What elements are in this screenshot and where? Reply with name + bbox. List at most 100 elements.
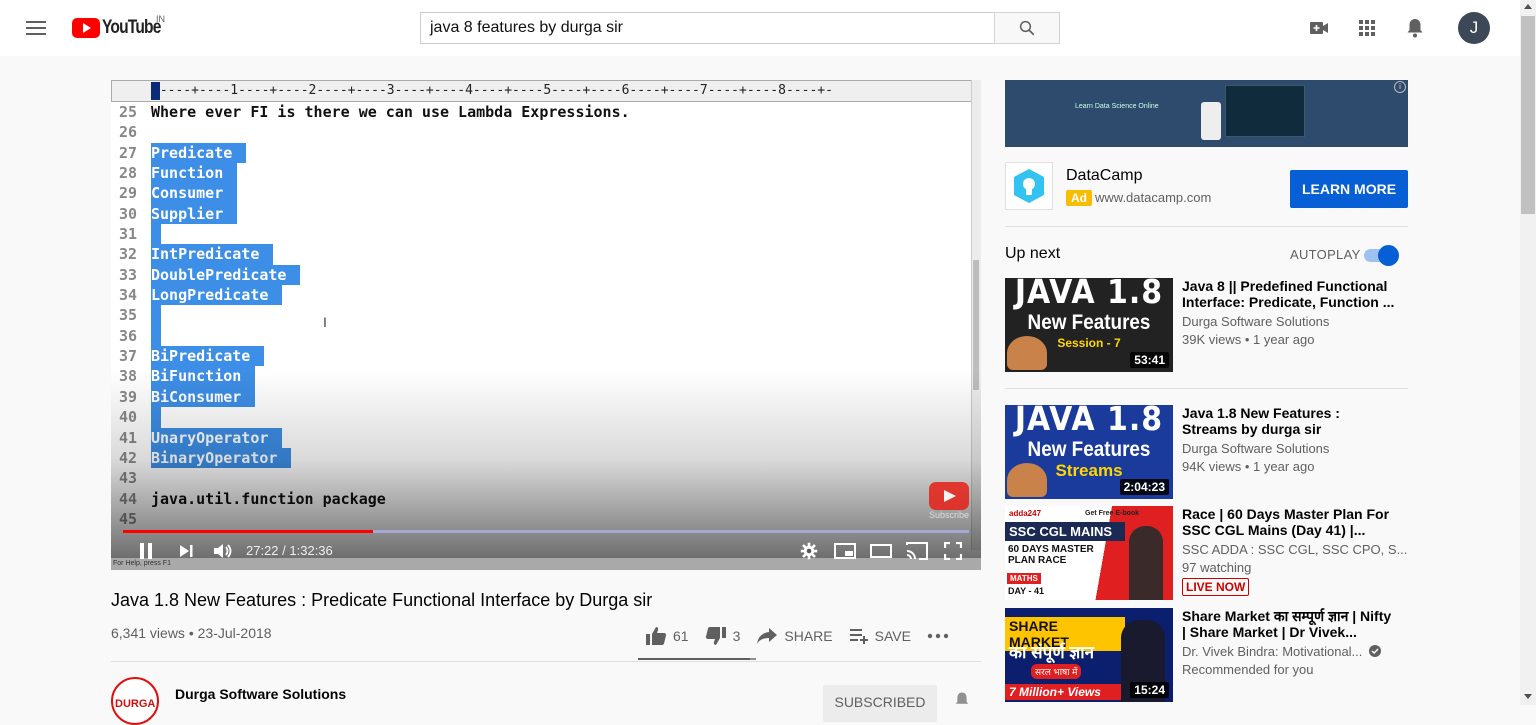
bell-icon[interactable] [952, 690, 972, 715]
info-icon[interactable]: i [1394, 81, 1406, 93]
scroll-down-arrow-icon[interactable] [1524, 694, 1532, 699]
code-line: 36 [111, 325, 971, 347]
code-line: 30 Supplier [111, 203, 971, 225]
line-number: 41 [119, 428, 138, 447]
thumb-subtitle: 60 DAYS MASTER PLAN RACE [1008, 544, 1094, 566]
verified-icon [1369, 645, 1382, 657]
line-number: 32 [119, 245, 138, 264]
volume-icon [214, 544, 232, 558]
video-meta: 6,341 views • 23-Jul-2018 [111, 625, 272, 641]
recommendation-channel[interactable]: Durga Software Solutions [1182, 441, 1329, 456]
menu-icon[interactable] [24, 18, 48, 38]
code-text: LongPredicate [151, 285, 283, 306]
recommendation-item[interactable]: SHARE MARKET का संपूर्ण ज्ञान सरल भाषा म… [1005, 608, 1408, 702]
like-button[interactable]: 61 [645, 626, 689, 646]
code-line: 29 Consumer [111, 183, 971, 204]
code-text: BiPredicate [151, 346, 265, 367]
thumbs-up-icon [646, 627, 667, 645]
line-number: 40 [119, 408, 138, 427]
avatar[interactable]: J [1458, 12, 1490, 44]
search-icon [1019, 20, 1035, 36]
settings-button[interactable] [797, 538, 821, 564]
next-button[interactable] [175, 538, 197, 564]
recommendation-meta: 39K views • 1 year ago [1182, 332, 1315, 347]
more-actions-button[interactable] [927, 633, 955, 639]
fullscreen-button[interactable] [941, 538, 965, 564]
ad-screen-image [1225, 85, 1305, 137]
datacamp-logo-icon [1014, 169, 1044, 203]
next-icon [180, 545, 193, 557]
recommendation-title[interactable]: Race | 60 Days Master Plan For SSC CGL M… [1182, 506, 1397, 538]
advertiser-logo[interactable] [1005, 162, 1053, 210]
recommendation-channel[interactable]: Dr. Vivek Bindra: Motivational... [1182, 644, 1382, 659]
share-icon [757, 628, 778, 644]
autoplay-toggle-knob[interactable] [1378, 245, 1399, 266]
dislike-button[interactable]: 3 [705, 626, 740, 646]
watermark-label: Subscribe [929, 510, 970, 520]
line-number: 44 [119, 489, 138, 508]
channel-name[interactable]: Durga Software Solutions [175, 686, 346, 702]
code-line: 41 UnaryOperator [111, 427, 971, 448]
save-button[interactable]: SAVE [849, 627, 911, 645]
fullscreen-icon [944, 542, 962, 560]
video-thumbnail[interactable]: adda247 Get Free E-book SSC CGL MAINS 60… [1005, 506, 1173, 600]
thumb-views: 7 Million+ Views [1005, 684, 1129, 700]
line-number: 45 [119, 509, 138, 528]
code-text [151, 325, 161, 347]
share-button[interactable]: SHARE [756, 627, 833, 645]
volume-button[interactable] [211, 538, 235, 564]
time-display: 27:22 / 1:32:36 [246, 543, 333, 558]
search-input[interactable]: java 8 features by durga sir [420, 12, 995, 44]
recommendation-title[interactable]: Share Market का सम्पूर्ण ज्ञान | Nifty |… [1182, 608, 1397, 640]
recommendation-title[interactable]: Java 8 || Predefined Functional Interfac… [1182, 278, 1397, 310]
code-line: 35 [111, 305, 971, 326]
gear-icon [800, 542, 818, 560]
apps-icon[interactable] [1355, 16, 1379, 40]
video-thumbnail[interactable]: SHARE MARKET का संपूर्ण ज्ञान सरल भाषा म… [1005, 608, 1173, 702]
search-button[interactable] [994, 12, 1060, 44]
video-thumbnail[interactable]: JAVA 1.8 New Features Streams 2:04:23 [1005, 405, 1173, 499]
thumb-brand: adda247 [1009, 509, 1042, 518]
code-line: 44 java.util.function package [111, 489, 971, 509]
recommendation-meta: Recommended for you [1182, 662, 1314, 677]
more-horizontal-icon [927, 633, 949, 639]
subscribe-button[interactable]: SUBSCRIBED [823, 685, 937, 722]
youtube-logo[interactable]: YouTube IN [72, 14, 173, 39]
miniplayer-button[interactable] [833, 538, 857, 564]
pause-button[interactable] [135, 538, 157, 564]
video-title: Java 1.8 New Features : Predicate Functi… [111, 590, 653, 610]
code-line: 32 IntPredicate [111, 244, 971, 265]
line-number: 30 [119, 204, 138, 223]
code-line: 39 BiConsumer [111, 386, 971, 408]
advertiser-name[interactable]: DataCamp [1066, 167, 1142, 185]
duration: 1:32:36 [289, 543, 333, 558]
logo-text: YouTube [102, 17, 161, 38]
create-video-icon[interactable] [1307, 16, 1331, 40]
code-line: 25 Where ever FI is there we can use Lamb… [111, 102, 971, 122]
recommendation-item[interactable]: JAVA 1.8 New Features Streams 2:04:23 Ja… [1005, 405, 1408, 499]
channel-avatar[interactable]: DURGA [111, 677, 159, 725]
learn-more-button[interactable]: LEARN MORE [1290, 170, 1408, 208]
code-line: 42 BinaryOperator [111, 447, 971, 469]
divider [1005, 388, 1408, 389]
thumb-subtitle: New Features [1027, 438, 1151, 461]
recommendation-item[interactable]: adda247 Get Free E-book SSC CGL MAINS 60… [1005, 506, 1408, 600]
line-number: 34 [119, 286, 138, 305]
recommendation-channel[interactable]: Durga Software Solutions [1182, 314, 1329, 329]
cast-button[interactable] [905, 538, 929, 564]
code-line: 40 [111, 407, 971, 428]
code-line: 33 DoublePredicate [111, 264, 971, 286]
like-count: 61 [673, 628, 689, 644]
video-player[interactable]: +----+----1----+----2----+----3----+----… [111, 80, 981, 570]
scroll-up-arrow-icon[interactable] [1524, 4, 1532, 9]
recommendation-item[interactable]: JAVA 1.8 New Features Session - 7 53:41 … [1005, 278, 1408, 372]
recommendation-title[interactable]: Java 1.8 New Features : Streams by durga… [1182, 405, 1397, 437]
theater-mode-button[interactable] [869, 538, 893, 564]
ad-banner[interactable]: Learn Data Science Online [1005, 80, 1408, 147]
subscribe-watermark-icon[interactable] [929, 482, 969, 510]
recommendation-channel[interactable]: SSC ADDA : SSC CGL, SSC CPO, S... [1182, 542, 1407, 557]
video-thumbnail[interactable]: JAVA 1.8 New Features Session - 7 53:41 [1005, 278, 1173, 372]
page-scrollbar-thumb[interactable] [1521, 16, 1535, 214]
line-number: 26 [119, 123, 138, 142]
notifications-icon[interactable] [1403, 16, 1427, 40]
